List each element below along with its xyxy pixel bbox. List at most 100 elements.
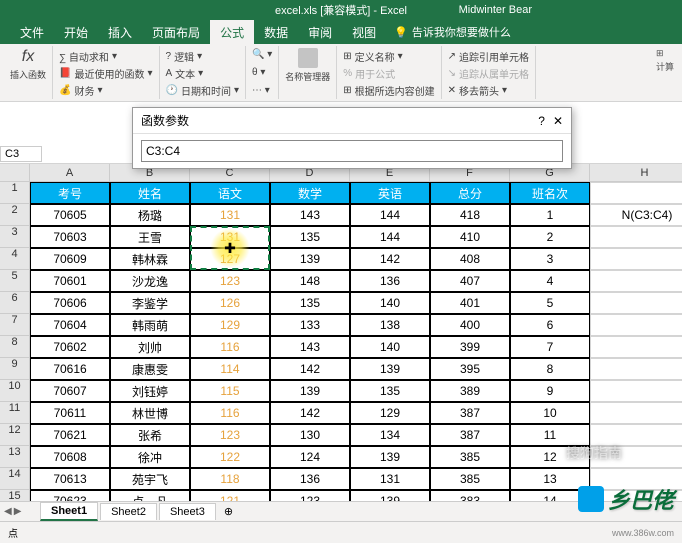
row-header[interactable]: 5	[0, 270, 30, 292]
cell[interactable]: 沙龙逸	[110, 270, 190, 292]
cell[interactable]: 70607	[30, 380, 110, 402]
cell[interactable]: 王雪	[110, 226, 190, 248]
cell[interactable]: 410	[430, 226, 510, 248]
tab-formula[interactable]: 公式	[210, 20, 254, 45]
row-header[interactable]: 4	[0, 248, 30, 270]
cell[interactable]: 70611	[30, 402, 110, 424]
cell[interactable]: 400	[430, 314, 510, 336]
cell[interactable]: 139	[350, 358, 430, 380]
cell[interactable]: 语文	[190, 182, 270, 204]
cell[interactable]: 144	[350, 204, 430, 226]
cell[interactable]: 9	[510, 380, 590, 402]
cell[interactable]: 148	[270, 270, 350, 292]
cell[interactable]: 131	[350, 468, 430, 490]
select-all-corner[interactable]	[0, 164, 30, 182]
sheet-nav[interactable]: ◀▶	[4, 506, 21, 517]
cell[interactable]: 116	[190, 336, 270, 358]
cell[interactable]	[590, 248, 682, 270]
cell[interactable]: 131	[190, 204, 270, 226]
cell[interactable]: 130	[270, 424, 350, 446]
row-header[interactable]: 3	[0, 226, 30, 248]
cell[interactable]: 139	[350, 446, 430, 468]
cell[interactable]: 张希	[110, 424, 190, 446]
cell[interactable]: 韩雨萌	[110, 314, 190, 336]
dialog-range-input[interactable]	[141, 140, 563, 162]
cell[interactable]: 李鉴学	[110, 292, 190, 314]
function-arguments-dialog[interactable]: 函数参数 ? ✕	[132, 107, 572, 169]
cell[interactable]: 135	[270, 292, 350, 314]
cell[interactable]: 387	[430, 424, 510, 446]
cell[interactable]: 407	[430, 270, 510, 292]
cell[interactable]: 135	[350, 380, 430, 402]
sheet-tab-3[interactable]: Sheet3	[159, 503, 216, 520]
col-header-H[interactable]: H	[590, 164, 682, 182]
cell[interactable]: 129	[190, 314, 270, 336]
cell[interactable]: 127	[190, 248, 270, 270]
cell[interactable]: 138	[350, 314, 430, 336]
row-header[interactable]: 11	[0, 402, 30, 424]
cell[interactable]: 133	[270, 314, 350, 336]
cell[interactable]: 387	[430, 402, 510, 424]
cell[interactable]: 408	[430, 248, 510, 270]
cell[interactable]: 林世博	[110, 402, 190, 424]
cell[interactable]	[590, 336, 682, 358]
cell[interactable]: 139	[270, 380, 350, 402]
cell[interactable]: 140	[350, 292, 430, 314]
sheet-tab-2[interactable]: Sheet2	[100, 503, 157, 520]
cell[interactable]: 1	[510, 204, 590, 226]
cell[interactable]: 5	[510, 292, 590, 314]
cell[interactable]: 2	[510, 226, 590, 248]
sheet-tab-1[interactable]: Sheet1	[40, 502, 98, 521]
cell[interactable]: 数学	[270, 182, 350, 204]
cell[interactable]: 班名次	[510, 182, 590, 204]
row-header[interactable]: 10	[0, 380, 30, 402]
cell[interactable]: 70616	[30, 358, 110, 380]
cell[interactable]: 142	[350, 248, 430, 270]
cell[interactable]: 131	[190, 226, 270, 248]
cell[interactable]: 385	[430, 446, 510, 468]
cell[interactable]: 142	[270, 402, 350, 424]
tell-me-search[interactable]: 💡 告诉我你想要做什么	[394, 24, 511, 40]
cell[interactable]: 考号	[30, 182, 110, 204]
cell[interactable]: 395	[430, 358, 510, 380]
datetime-button[interactable]: 🕐 日期和时间 ▾	[166, 82, 239, 99]
more-fn-button[interactable]: ⋯ ▾	[252, 84, 272, 97]
tab-file[interactable]: 文件	[10, 20, 54, 45]
cell[interactable]	[590, 380, 682, 402]
cell[interactable]: 134	[350, 424, 430, 446]
cell[interactable]: 7	[510, 336, 590, 358]
cell[interactable]: 8	[510, 358, 590, 380]
cell[interactable]: 苑宇飞	[110, 468, 190, 490]
from-selection-button[interactable]: ⊞ 根据所选内容创建	[343, 82, 434, 99]
cell[interactable]: N(C3:C4)	[590, 204, 682, 226]
tab-data[interactable]: 数据	[254, 20, 298, 45]
use-formula-button[interactable]: % 用于公式	[343, 65, 434, 82]
row-header[interactable]: 2	[0, 204, 30, 226]
cell[interactable]	[590, 358, 682, 380]
cell[interactable]: 116	[190, 402, 270, 424]
cell[interactable]: 140	[350, 336, 430, 358]
add-sheet-button[interactable]: ⊕	[218, 505, 239, 518]
cell[interactable]: 123	[190, 270, 270, 292]
recent-functions-button[interactable]: 📕 最近使用的函数 ▾	[59, 65, 152, 82]
cell[interactable]: 118	[190, 468, 270, 490]
cell[interactable]: 70603	[30, 226, 110, 248]
row-header[interactable]: 6	[0, 292, 30, 314]
col-header-A[interactable]: A	[30, 164, 110, 182]
cell[interactable]: 杨璐	[110, 204, 190, 226]
cell[interactable]: 142	[270, 358, 350, 380]
cell[interactable]	[590, 292, 682, 314]
financial-button[interactable]: 💰 财务 ▾	[59, 82, 152, 99]
autosum-button[interactable]: ∑ 自动求和 ▾	[59, 48, 152, 65]
row-header[interactable]: 12	[0, 424, 30, 446]
name-manager-button[interactable]: 名称管理器	[285, 48, 330, 83]
define-name-button[interactable]: ⊞ 定义名称 ▾	[343, 48, 434, 65]
remove-arrows-button[interactable]: ✕ 移去箭头 ▾	[448, 82, 529, 99]
cell[interactable]: 389	[430, 380, 510, 402]
cell[interactable]: 康惠雯	[110, 358, 190, 380]
text-button[interactable]: A 文本 ▾	[166, 65, 239, 82]
cell[interactable]: 70621	[30, 424, 110, 446]
cell[interactable]: 124	[270, 446, 350, 468]
cell[interactable]: 144	[350, 226, 430, 248]
trace-precedents-button[interactable]: ↗ 追踪引用单元格	[448, 48, 529, 65]
